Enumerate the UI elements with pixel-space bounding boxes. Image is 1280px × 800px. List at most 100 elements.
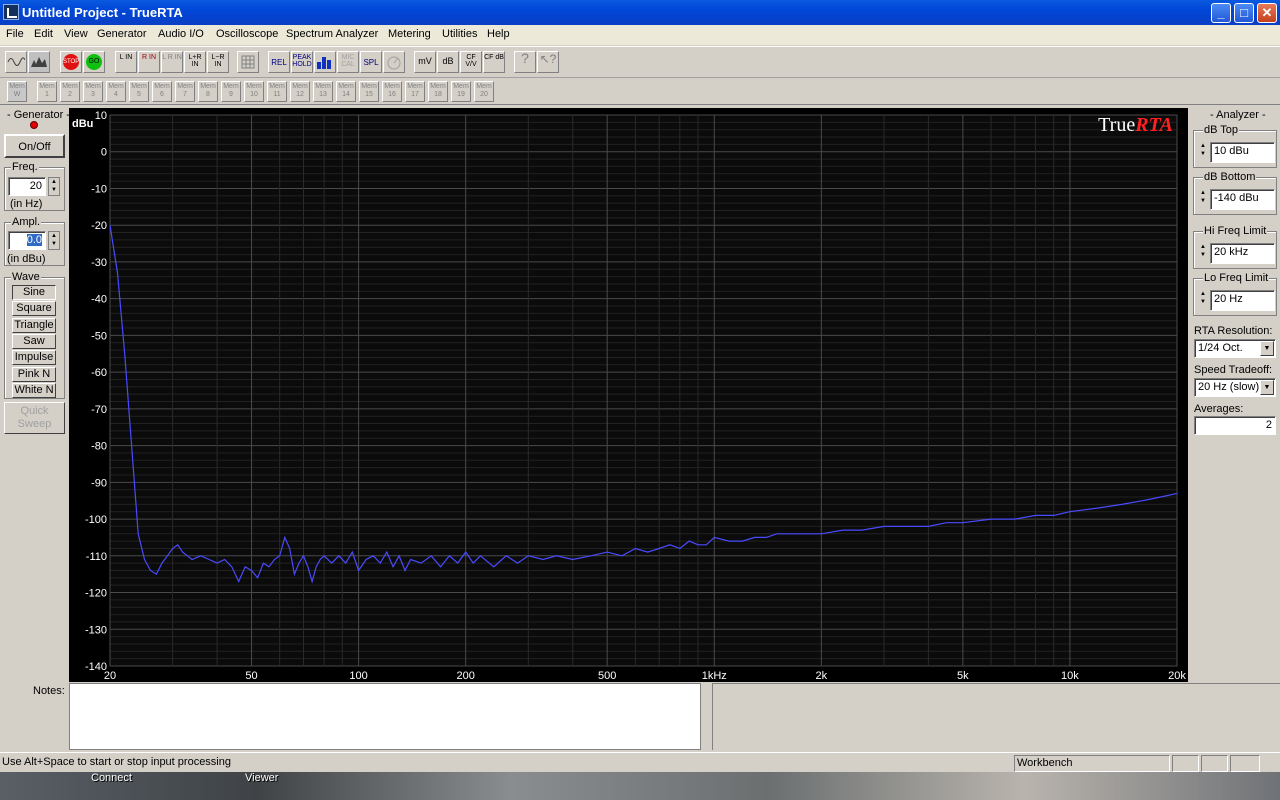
wave-saw-button[interactable]: Saw bbox=[12, 333, 56, 349]
menu-metering[interactable]: Metering bbox=[388, 28, 431, 40]
go-button[interactable]: GO bbox=[83, 51, 105, 73]
menu-spectrum-analyzer[interactable]: Spectrum Analyzer bbox=[286, 28, 378, 40]
taskbar-viewer[interactable]: Viewer bbox=[245, 772, 278, 784]
mem-slot-button[interactable]: Mem 6 bbox=[152, 81, 172, 102]
y-tick-label: -70 bbox=[91, 404, 107, 416]
menu-audio-io[interactable]: Audio I/O bbox=[158, 28, 204, 40]
menu-utilities[interactable]: Utilities bbox=[442, 28, 477, 40]
wave-sine-button[interactable]: Sine bbox=[12, 285, 56, 300]
menu-edit[interactable]: Edit bbox=[34, 28, 53, 40]
mem-write-button[interactable]: Mem W bbox=[7, 81, 27, 102]
mem-slot-number: 9 bbox=[229, 91, 233, 98]
spectrum-view-icon[interactable] bbox=[28, 51, 50, 73]
db-button[interactable]: dB bbox=[437, 51, 459, 73]
mem-slot-button[interactable]: Mem 11 bbox=[267, 81, 287, 102]
mem-slot-button[interactable]: Mem 10 bbox=[244, 81, 264, 102]
wave-white-n-button[interactable]: White N bbox=[12, 382, 56, 398]
mem-slot-label: Mem bbox=[338, 83, 354, 90]
mem-slot-button[interactable]: Mem 19 bbox=[451, 81, 471, 102]
wave-square-button[interactable]: Square bbox=[12, 301, 56, 317]
rta-resolution-chevron-down-icon[interactable]: ▼ bbox=[1260, 341, 1274, 356]
ampl-input[interactable]: 0.0 bbox=[8, 231, 46, 250]
mem-slot-button[interactable]: Mem 9 bbox=[221, 81, 241, 102]
notes-textarea[interactable] bbox=[69, 683, 701, 750]
bar-graph-icon[interactable] bbox=[314, 51, 336, 73]
quick-sweep-label-1: Quick bbox=[20, 405, 49, 417]
mv-button[interactable]: mV bbox=[414, 51, 436, 73]
rta-resolution-select[interactable]: 1/24 Oct. ▼ bbox=[1194, 339, 1276, 358]
menu-oscilloscope[interactable]: Oscilloscope bbox=[216, 28, 278, 40]
mem-slot-button[interactable]: Mem 1 bbox=[37, 81, 57, 102]
mem-slot-button[interactable]: Mem 15 bbox=[359, 81, 379, 102]
context-help-icon[interactable]: ↖? bbox=[537, 51, 559, 73]
meter-icon[interactable] bbox=[383, 51, 405, 73]
menu-file[interactable]: File bbox=[6, 28, 24, 40]
maximize-button[interactable]: □ bbox=[1234, 3, 1254, 23]
wave-triangle-button[interactable]: Triangle bbox=[12, 317, 56, 333]
ampl-spinner[interactable]: ▲ ▼ bbox=[48, 231, 60, 250]
l-plus-r-in-button[interactable]: L+R IN bbox=[184, 51, 206, 73]
grid-icon[interactable] bbox=[237, 51, 259, 73]
y-tick-label: 0 bbox=[101, 147, 107, 159]
averages-label: Averages: bbox=[1194, 403, 1244, 415]
wave-pink-n-button[interactable]: Pink N bbox=[12, 366, 56, 382]
wave-title: Wave bbox=[11, 271, 41, 283]
quick-sweep-button[interactable]: Quick Sweep bbox=[4, 402, 65, 434]
app-icon[interactable] bbox=[3, 4, 19, 20]
hi-freq-spinner[interactable]: ▲ ▼ bbox=[1197, 243, 1209, 263]
mem-slot-button[interactable]: Mem 18 bbox=[428, 81, 448, 102]
cf-vv-button[interactable]: CF V/V bbox=[460, 51, 482, 73]
mem-slot-button[interactable]: Mem 2 bbox=[60, 81, 80, 102]
r-in-button[interactable]: R IN bbox=[138, 51, 160, 73]
lo-freq-spinner[interactable]: ▲ ▼ bbox=[1197, 290, 1209, 310]
y-tick-label: -130 bbox=[85, 624, 107, 636]
mem-slot-number: 13 bbox=[319, 91, 327, 98]
db-bottom-input[interactable]: -140 dBu bbox=[1210, 189, 1275, 210]
menu-help[interactable]: Help bbox=[487, 28, 510, 40]
menu-generator[interactable]: Generator bbox=[97, 28, 147, 40]
mic-cal-button[interactable]: MIC CAL bbox=[337, 51, 359, 73]
averages-input[interactable]: 2 bbox=[1194, 416, 1276, 435]
mem-slot-button[interactable]: Mem 17 bbox=[405, 81, 425, 102]
lo-freq-input[interactable]: 20 Hz bbox=[1210, 290, 1275, 311]
mem-slot-button[interactable]: Mem 16 bbox=[382, 81, 402, 102]
mem-slot-button[interactable]: Mem 14 bbox=[336, 81, 356, 102]
rel-button[interactable]: REL bbox=[268, 51, 290, 73]
mem-slot-button[interactable]: Mem 20 bbox=[474, 81, 494, 102]
mem-slot-button[interactable]: Mem 3 bbox=[83, 81, 103, 102]
mem-slot-button[interactable]: Mem 12 bbox=[290, 81, 310, 102]
speed-tradeoff-label: Speed Tradeoff: bbox=[1194, 364, 1273, 376]
db-top-spinner[interactable]: ▲ ▼ bbox=[1197, 142, 1209, 162]
mem-slot-button[interactable]: Mem 5 bbox=[129, 81, 149, 102]
status-hint: Use Alt+Space to start or stop input pro… bbox=[2, 756, 231, 768]
l-minus-r-in-button[interactable]: L−R IN bbox=[207, 51, 229, 73]
spectrum-chart[interactable]: 10 0 -10 -20 -30 -40 -50 -60 -70 -80 -90 -100 -110 -1… bbox=[69, 108, 1188, 682]
taskbar-connect[interactable]: Connect bbox=[91, 772, 132, 784]
mem-slot-label: Mem bbox=[292, 83, 308, 90]
peak-hold-button[interactable]: PEAK HOLD bbox=[291, 51, 313, 73]
stop-button[interactable]: STOP bbox=[60, 51, 82, 73]
speed-tradeoff-select[interactable]: 20 Hz (slow) ▼ bbox=[1194, 378, 1276, 397]
close-button[interactable]: ✕ bbox=[1257, 3, 1277, 23]
mem-slot-button[interactable]: Mem 8 bbox=[198, 81, 218, 102]
wave-impulse-button[interactable]: Impulse bbox=[12, 350, 56, 366]
db-bottom-spinner[interactable]: ▲ ▼ bbox=[1197, 189, 1209, 209]
minimize-button[interactable]: _ bbox=[1211, 3, 1231, 23]
hi-freq-input[interactable]: 20 kHz bbox=[1210, 243, 1275, 264]
freq-input[interactable]: 20 bbox=[8, 177, 46, 196]
lr-in-button[interactable]: L R IN bbox=[161, 51, 183, 73]
db-top-input[interactable]: 10 dBu bbox=[1210, 142, 1275, 163]
mem-slot-button[interactable]: Mem 7 bbox=[175, 81, 195, 102]
oscilloscope-view-icon[interactable] bbox=[5, 51, 27, 73]
freq-spinner[interactable]: ▲ ▼ bbox=[48, 177, 60, 196]
mem-slot-number: 3 bbox=[91, 91, 95, 98]
menu-view[interactable]: View bbox=[64, 28, 88, 40]
generator-onoff-button[interactable]: On/Off bbox=[4, 134, 65, 158]
spl-button[interactable]: SPL bbox=[360, 51, 382, 73]
cf-db-button[interactable]: CF dB bbox=[483, 51, 505, 73]
l-in-button[interactable]: L IN bbox=[115, 51, 137, 73]
speed-tradeoff-chevron-down-icon[interactable]: ▼ bbox=[1260, 380, 1274, 395]
mem-slot-button[interactable]: Mem 4 bbox=[106, 81, 126, 102]
help-icon[interactable]: ? bbox=[514, 51, 536, 73]
mem-slot-button[interactable]: Mem 13 bbox=[313, 81, 333, 102]
